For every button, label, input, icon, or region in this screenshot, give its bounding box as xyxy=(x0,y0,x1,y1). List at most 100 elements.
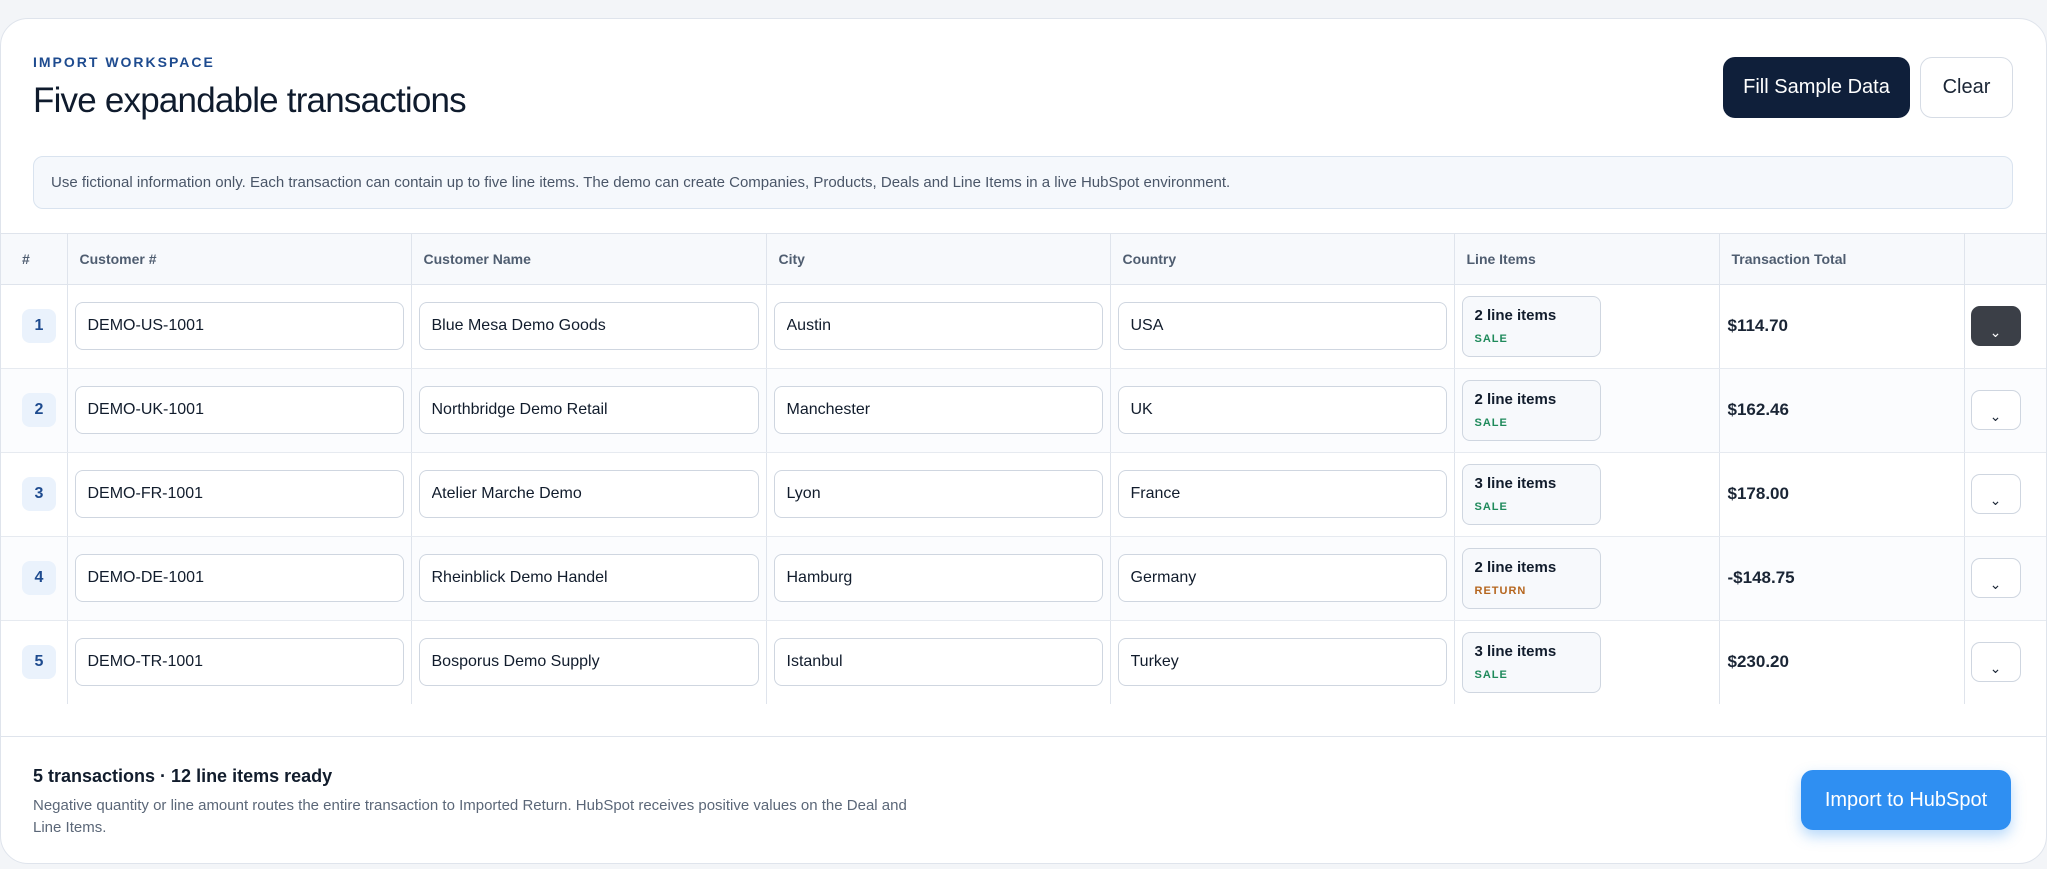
customer-number-input[interactable] xyxy=(74,302,404,350)
cell-customer-name xyxy=(411,368,767,453)
customer-name-input[interactable] xyxy=(418,554,759,602)
info-notice: Use fictional information only. Each tra… xyxy=(33,156,2013,209)
line-item-count: 3 line items xyxy=(1474,642,1557,660)
fill-sample-data-button[interactable]: Fill Sample Data xyxy=(1723,57,1910,118)
cell-country xyxy=(1110,536,1455,621)
cell-customer-number xyxy=(67,536,412,621)
eyebrow-label: IMPORT WORKSPACE xyxy=(33,54,215,70)
customer-number-input[interactable] xyxy=(74,386,404,434)
expand-row-button[interactable]: ⌄ xyxy=(1970,642,2021,683)
cell-customer-name xyxy=(411,536,767,621)
cell-expand: ⌄ xyxy=(1964,620,2046,704)
transaction-type-badge: SALE xyxy=(1474,500,1508,513)
row-index-badge: 3 xyxy=(22,477,56,511)
column-header-customer-number: Customer # xyxy=(67,234,412,285)
page-title: Five expandable transactions xyxy=(33,81,467,120)
cell-transaction-total: $178.00 xyxy=(1719,452,1965,537)
chevron-down-icon: ⌄ xyxy=(1989,576,2002,592)
table-row: 2 2 line items SALE $162.46 ⌄ xyxy=(1,368,2046,453)
transaction-total: $162.46 xyxy=(1727,400,1789,419)
city-input[interactable] xyxy=(773,386,1103,434)
column-header-expand xyxy=(1964,234,2046,285)
cell-index: 1 xyxy=(1,284,68,369)
transaction-type-badge: SALE xyxy=(1474,416,1508,429)
import-summary: 5 transactions · 12 line items ready xyxy=(33,766,333,786)
cell-line-items: 3 line items SALE xyxy=(1454,620,1720,704)
cell-line-items: 2 line items SALE xyxy=(1454,368,1720,453)
transaction-total: $114.70 xyxy=(1727,316,1789,335)
column-header-transaction-total: Transaction Total xyxy=(1719,234,1965,285)
city-input[interactable] xyxy=(773,302,1103,350)
cell-customer-number xyxy=(67,284,412,369)
cell-transaction-total: $230.20 xyxy=(1719,620,1965,704)
cell-city xyxy=(766,536,1111,621)
expand-row-button[interactable]: ⌄ xyxy=(1970,390,2021,430)
line-item-count: 3 line items xyxy=(1474,474,1557,492)
cell-city xyxy=(766,368,1111,453)
customer-number-input[interactable] xyxy=(74,554,404,602)
country-input[interactable] xyxy=(1117,386,1447,434)
customer-number-input[interactable] xyxy=(74,470,404,518)
customer-name-input[interactable] xyxy=(418,302,759,350)
city-input[interactable] xyxy=(773,470,1103,518)
city-input[interactable] xyxy=(773,638,1103,687)
table-body: 1 2 line items SALE $114.70 ⌄ 2 2 line items SA… xyxy=(1,284,2046,704)
line-item-count: 2 line items xyxy=(1474,306,1557,324)
line-item-count: 2 line items xyxy=(1474,558,1557,576)
line-items-summary[interactable]: 3 line items SALE xyxy=(1461,463,1601,525)
cell-expand: ⌄ xyxy=(1964,368,2046,453)
expand-row-button[interactable]: ⌄ xyxy=(1970,306,2021,346)
cell-customer-number xyxy=(67,368,412,453)
column-header-line-items: Line Items xyxy=(1454,234,1720,285)
row-index-badge: 5 xyxy=(22,645,56,680)
expand-row-button[interactable]: ⌄ xyxy=(1970,558,2021,598)
row-index-badge: 1 xyxy=(22,309,56,343)
cell-city xyxy=(766,452,1111,537)
import-to-hubspot-button[interactable]: Import to HubSpot xyxy=(1801,770,2011,830)
cell-index: 3 xyxy=(1,452,68,537)
column-header-index: # xyxy=(1,234,68,285)
line-items-summary[interactable]: 3 line items SALE xyxy=(1461,631,1601,693)
line-item-count: 2 line items xyxy=(1474,390,1557,408)
table-row: 5 3 line items SALE $230.20 ⌄ xyxy=(1,620,2046,704)
chevron-down-icon: ⌄ xyxy=(1989,408,2002,424)
table-row: 3 3 line items SALE $178.00 ⌄ xyxy=(1,452,2046,537)
cell-expand: ⌄ xyxy=(1964,536,2046,621)
customer-name-input[interactable] xyxy=(418,386,759,434)
column-header-customer-name: Customer Name xyxy=(411,234,767,285)
line-items-summary[interactable]: 2 line items RETURN xyxy=(1461,547,1601,609)
cell-customer-name xyxy=(411,284,767,369)
cell-line-items: 3 line items SALE xyxy=(1454,452,1720,537)
expand-row-button[interactable]: ⌄ xyxy=(1970,474,2021,514)
import-workspace-card: IMPORT WORKSPACE Five expandable transac… xyxy=(0,18,2047,864)
cell-country xyxy=(1110,620,1455,704)
cell-customer-number xyxy=(67,620,412,704)
row-index-badge: 2 xyxy=(22,393,56,427)
country-input[interactable] xyxy=(1117,470,1447,518)
cell-line-items: 2 line items SALE xyxy=(1454,284,1720,369)
cell-transaction-total: -$148.75 xyxy=(1719,536,1965,621)
cell-expand: ⌄ xyxy=(1964,284,2046,369)
line-items-summary[interactable]: 2 line items SALE xyxy=(1461,379,1601,441)
cell-transaction-total: $162.46 xyxy=(1719,368,1965,453)
transaction-type-badge: SALE xyxy=(1474,668,1508,681)
clear-button[interactable]: Clear xyxy=(1920,57,2013,118)
cell-index: 4 xyxy=(1,536,68,621)
customer-number-input[interactable] xyxy=(74,638,404,687)
customer-name-input[interactable] xyxy=(418,638,759,687)
cell-expand: ⌄ xyxy=(1964,452,2046,537)
column-header-country: Country xyxy=(1110,234,1455,285)
country-input[interactable] xyxy=(1117,554,1447,602)
country-input[interactable] xyxy=(1117,638,1447,687)
country-input[interactable] xyxy=(1117,302,1447,350)
transactions-table-wrap: # Customer # Customer Name City Country … xyxy=(1,233,2046,704)
table-row: 1 2 line items SALE $114.70 ⌄ xyxy=(1,284,2046,369)
city-input[interactable] xyxy=(773,554,1103,602)
cell-customer-name xyxy=(411,452,767,537)
table-header-row: # Customer # Customer Name City Country … xyxy=(1,234,2046,285)
customer-name-input[interactable] xyxy=(418,470,759,518)
transaction-type-badge: SALE xyxy=(1474,332,1508,345)
return-hint: Negative quantity or line amount routes … xyxy=(33,797,907,836)
cell-index: 2 xyxy=(1,368,68,453)
line-items-summary[interactable]: 2 line items SALE xyxy=(1461,295,1601,357)
